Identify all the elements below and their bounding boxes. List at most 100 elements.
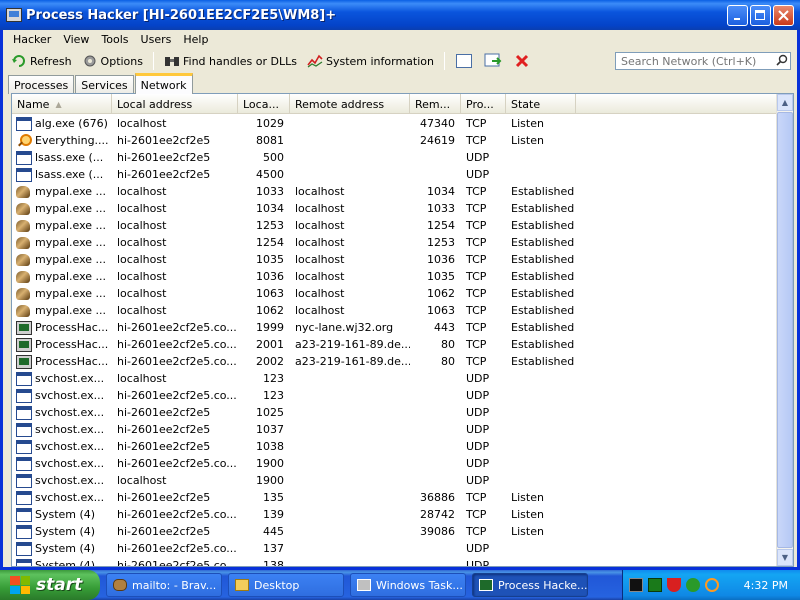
options-button[interactable]: Options [78,51,147,71]
clock[interactable]: 4:32 PM [744,579,788,592]
table-row[interactable]: ProcessHac... hi-2601ee2cf2e5.co... 2001 a2… [12,336,777,353]
scrollbar-thumb[interactable] [777,112,793,548]
menu-users[interactable]: Users [135,33,178,46]
table-row[interactable]: svchost.ex... hi-2601ee2cf2e5 1038 UDP [12,438,777,455]
process-hacker-window: Process Hacker [HI-2601EE2CF2E5\WM8]+ Ha… [0,0,800,570]
taskbar-item-process-hacker[interactable]: Process Hacke... [472,573,588,597]
window-icon [16,405,32,420]
table-row[interactable]: mypal.exe ... localhost 1033 localhost 1034 T… [12,183,777,200]
everything-search-icon[interactable] [705,578,719,592]
start-button[interactable]: start [0,570,100,600]
cell-remote-address: localhost [295,202,345,215]
column-local-address[interactable]: Local address [112,94,238,114]
network-monitor-icon[interactable] [648,578,662,592]
tab-services[interactable]: Services [75,75,134,94]
cell-name: mypal.exe ... [12,253,112,267]
table-row[interactable]: System (4) hi-2601ee2cf2e5 445 39086 TCP List… [12,523,777,540]
menu-hacker[interactable]: Hacker [7,33,57,46]
table-row[interactable]: alg.exe (676) localhost 1029 47340 TCP Listen [12,115,777,132]
cell-protocol: TCP [466,491,487,504]
close-button[interactable] [773,5,794,26]
column-remote-port[interactable]: Rem... [410,94,461,114]
cell-remote-port: 80 [441,338,455,351]
start-label: start [36,575,83,595]
table-row[interactable]: svchost.ex... localhost 1900 UDP [12,472,777,489]
minimize-button[interactable] [727,5,748,26]
table-row[interactable]: mypal.exe ... localhost 1035 localhost 1036 T… [12,251,777,268]
taskbar-item-task-manager[interactable]: Windows Task... [350,573,466,597]
terminate-icon[interactable] [514,53,530,69]
cell-protocol: UDP [466,440,490,453]
cell-local-port: 2002 [256,355,284,368]
column-name[interactable]: Name ▲ [12,94,112,114]
cell-remote-address: localhost [295,219,345,232]
table-row[interactable]: svchost.ex... hi-2601ee2cf2e5 1025 UDP [12,404,777,421]
cell-local-address: localhost [117,219,167,232]
window-icon [16,150,32,165]
menu-help[interactable]: Help [177,33,214,46]
column-remote-address[interactable]: Remote address [290,94,410,114]
table-row[interactable]: lsass.exe (... hi-2601ee2cf2e5 4500 UDP [12,166,777,183]
table-row[interactable]: mypal.exe ... localhost 1254 localhost 1253 T… [12,234,777,251]
column-local-port[interactable]: Loca... [238,94,290,114]
window-icon [16,439,32,454]
network-connections-list[interactable]: Name ▲ Local address Loca... Remote addr… [11,93,794,567]
shield-icon[interactable] [667,578,681,592]
scroll-up-button[interactable]: ▲ [777,94,793,111]
security-icon[interactable] [686,578,700,592]
table-row[interactable]: mypal.exe ... localhost 1034 localhost 1033 T… [12,200,777,217]
column-state[interactable]: State [506,94,576,114]
cell-local-address: hi-2601ee2cf2e5.co... [117,457,237,470]
table-row[interactable]: svchost.ex... hi-2601ee2cf2e5.co... 1900 UD… [12,455,777,472]
table-row[interactable]: svchost.ex... hi-2601ee2cf2e5.co... 123 UDP [12,387,777,404]
taskbar-item-browser[interactable]: mailto: - Brav... [106,573,222,597]
cell-local-address: hi-2601ee2cf2e5 [117,134,211,147]
table-row[interactable]: mypal.exe ... localhost 1063 localhost 1062 T… [12,285,777,302]
table-row[interactable]: lsass.exe (... hi-2601ee2cf2e5 500 UDP [12,149,777,166]
cell-name: ProcessHac... [12,354,112,369]
table-row[interactable]: svchost.ex... hi-2601ee2cf2e5 135 36886 TCP L… [12,489,777,506]
table-row[interactable]: svchost.ex... hi-2601ee2cf2e5 1037 UDP [12,421,777,438]
cell-local-port: 139 [263,508,284,521]
title-bar[interactable]: Process Hacker [HI-2601EE2CF2E5\WM8]+ [0,0,800,30]
table-row[interactable]: System (4) hi-2601ee2cf2e5.co... 137 UDP [12,540,777,557]
process-name: mypal.exe ... [35,304,107,317]
taskbar-item-desktop[interactable]: Desktop [228,573,344,597]
cell-protocol: TCP [466,355,487,368]
cell-name: Everything.... [12,133,112,148]
tab-processes[interactable]: Processes [8,75,75,94]
window-arrow-icon[interactable] [484,53,502,69]
cell-name: lsass.exe (... [12,167,112,182]
tab-network[interactable]: Network [134,73,193,94]
find-handles-button[interactable]: Find handles or DLLs [160,51,301,71]
cell-name: ProcessHac... [12,337,112,352]
search-input[interactable] [619,53,774,69]
table-row[interactable]: mypal.exe ... localhost 1253 localhost 1254 T… [12,217,777,234]
menu-view[interactable]: View [57,33,95,46]
table-row[interactable]: System (4) hi-2601ee2cf2e5.co... 139 28742 T… [12,506,777,523]
cell-local-address: localhost [117,270,167,283]
cell-protocol: UDP [466,168,490,181]
system-information-button[interactable]: System information [303,51,438,71]
search-icon[interactable] [774,54,790,69]
toolbar: Refresh Options Find handles or DLLs Sys… [3,50,797,72]
table-row[interactable]: mypal.exe ... localhost 1036 localhost 1035 T… [12,268,777,285]
table-row[interactable]: mypal.exe ... localhost 1062 localhost 1063 T… [12,302,777,319]
table-row[interactable]: System (4) hi-2601ee2cf2e5.co... 138 UDP [12,557,777,567]
window-icon[interactable] [455,54,472,68]
table-row[interactable]: svchost.ex... localhost 123 UDP [12,370,777,387]
cell-protocol: TCP [466,185,487,198]
column-protocol[interactable]: Pro... [461,94,506,114]
maximize-button[interactable] [750,5,771,26]
terminal-icon[interactable] [629,578,643,592]
table-row[interactable]: ProcessHac... hi-2601ee2cf2e5.co... 1999 ny… [12,319,777,336]
table-row[interactable]: Everything.... hi-2601ee2cf2e5 8081 24619 TC… [12,132,777,149]
refresh-button[interactable]: Refresh [7,51,76,71]
close-icon [778,10,789,21]
scroll-down-button[interactable]: ▼ [777,549,793,566]
menu-tools[interactable]: Tools [95,33,134,46]
vertical-scrollbar[interactable]: ▲ ▼ [776,94,793,566]
table-row[interactable]: ProcessHac... hi-2601ee2cf2e5.co... 2002 a2… [12,353,777,370]
cell-name: System (4) [12,541,112,556]
cell-local-port: 138 [263,559,284,567]
